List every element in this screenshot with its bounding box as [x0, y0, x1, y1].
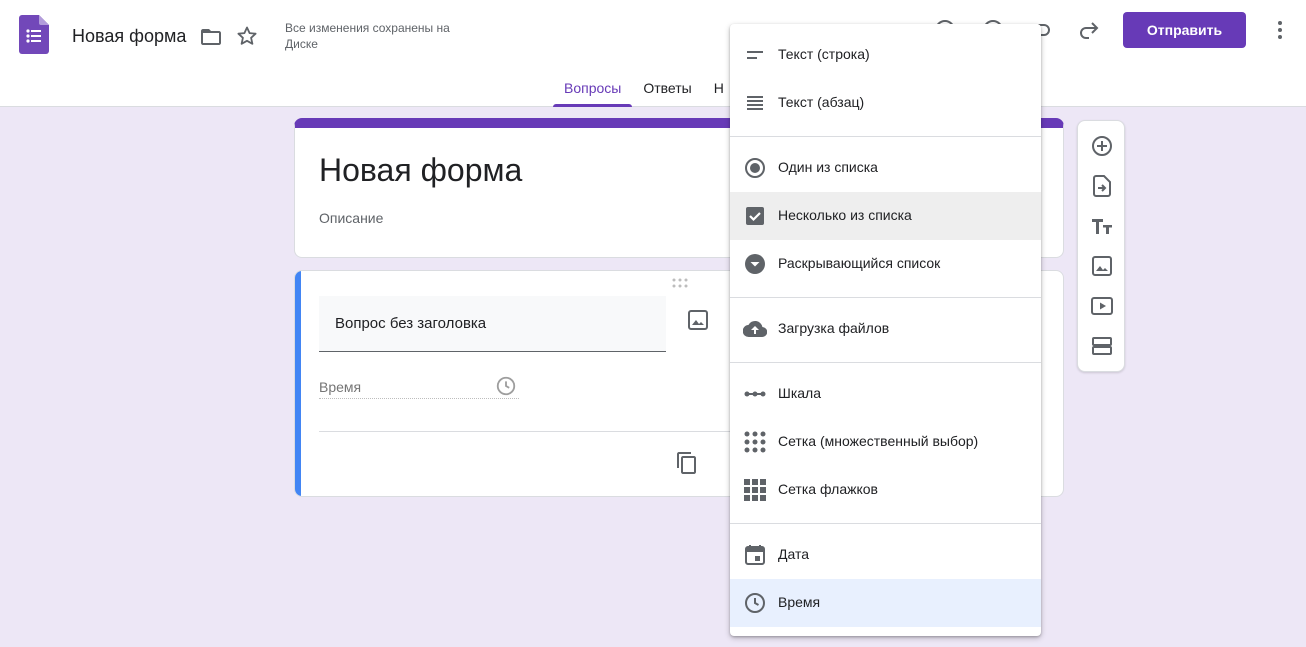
menu-item-checkbox-grid[interactable]: Сетка флажков [730, 466, 1041, 514]
menu-separator [730, 297, 1041, 298]
menu-item-label: Один из списка [778, 159, 878, 175]
menu-item-label: Раскрывающийся список [778, 255, 941, 271]
duplicate-icon[interactable] [675, 451, 699, 475]
dropdown-icon [745, 254, 765, 274]
add-section-icon[interactable] [1090, 334, 1114, 358]
calendar-icon [745, 545, 765, 565]
time-placeholder: Время [319, 379, 362, 395]
tab-questions[interactable]: Вопросы [553, 70, 633, 107]
menu-item-date[interactable]: Дата [730, 531, 1041, 579]
menu-item-label: Несколько из списка [778, 207, 912, 223]
menu-item-multiple-choice-grid[interactable]: Сетка (множественный выбор) [730, 418, 1041, 466]
drag-handle-icon[interactable] [671, 277, 689, 289]
active-card-indicator [295, 271, 301, 496]
radio-icon [745, 158, 765, 178]
paragraph-icon [747, 96, 763, 110]
save-status: Все изменения сохранены на Диске [285, 21, 450, 51]
time-answer-field: Время [319, 373, 519, 399]
menu-separator [730, 523, 1041, 524]
menu-item-label: Загрузка файлов [778, 320, 890, 336]
menu-item-label: Текст (строка) [778, 46, 870, 62]
menu-item-file-upload[interactable]: Загрузка файлов [730, 305, 1041, 353]
import-questions-icon[interactable] [1090, 174, 1114, 198]
menu-item-checkbox[interactable]: Несколько из списка [730, 192, 1041, 240]
folder-icon[interactable] [199, 25, 223, 49]
question-title: Вопрос без заголовка [335, 315, 487, 332]
menu-item-label: Дата [778, 546, 810, 562]
forms-app-icon[interactable] [19, 15, 49, 54]
menu-item-label: Время [778, 594, 821, 610]
squares-grid-icon [744, 479, 766, 501]
menu-item-label: Шкала [778, 385, 822, 401]
question-type-menu: Текст (строка) Текст (абзац) Один из спи… [730, 24, 1041, 636]
menu-item-time[interactable]: Время [730, 579, 1041, 627]
tab-responses[interactable]: Ответы [632, 70, 702, 107]
add-image-icon[interactable] [1090, 254, 1114, 278]
doc-title[interactable]: Новая форма [72, 26, 186, 47]
clock-icon [745, 593, 765, 613]
linear-scale-icon [744, 391, 766, 397]
menu-item-label: Сетка (множественный выбор) [778, 433, 979, 449]
menu-item-radio[interactable]: Один из списка [730, 144, 1041, 192]
more-vert-icon[interactable] [1268, 18, 1292, 42]
checkbox-icon [746, 207, 764, 225]
star-icon[interactable] [235, 24, 259, 48]
add-title-icon[interactable] [1090, 214, 1114, 238]
dots-grid-icon [744, 431, 766, 453]
form-description[interactable]: Описание [319, 210, 383, 226]
question-tools-panel [1077, 120, 1125, 372]
cloud-upload-icon [743, 320, 767, 338]
add-image-icon[interactable] [686, 308, 710, 332]
header: Новая форма Все изменения сохранены на Д… [0, 0, 1306, 107]
menu-item-label: Текст (абзац) [778, 94, 865, 110]
menu-item-dropdown[interactable]: Раскрывающийся список [730, 240, 1041, 288]
menu-item-short-text[interactable]: Текст (строка) [730, 31, 1041, 79]
redo-icon[interactable] [1077, 18, 1101, 42]
question-title-input[interactable]: Вопрос без заголовка [319, 296, 666, 352]
add-video-icon[interactable] [1090, 294, 1114, 318]
menu-separator [730, 362, 1041, 363]
clock-icon [496, 376, 516, 396]
tabs: Вопросы Ответы Н [553, 70, 735, 107]
menu-separator [730, 136, 1041, 137]
add-question-icon[interactable] [1090, 134, 1114, 158]
form-title[interactable]: Новая форма [319, 152, 522, 189]
menu-item-label: Сетка флажков [778, 481, 878, 497]
short-text-icon [747, 51, 763, 59]
send-button[interactable]: Отправить [1123, 12, 1246, 48]
menu-item-paragraph[interactable]: Текст (абзац) [730, 79, 1041, 127]
menu-item-linear-scale[interactable]: Шкала [730, 370, 1041, 418]
